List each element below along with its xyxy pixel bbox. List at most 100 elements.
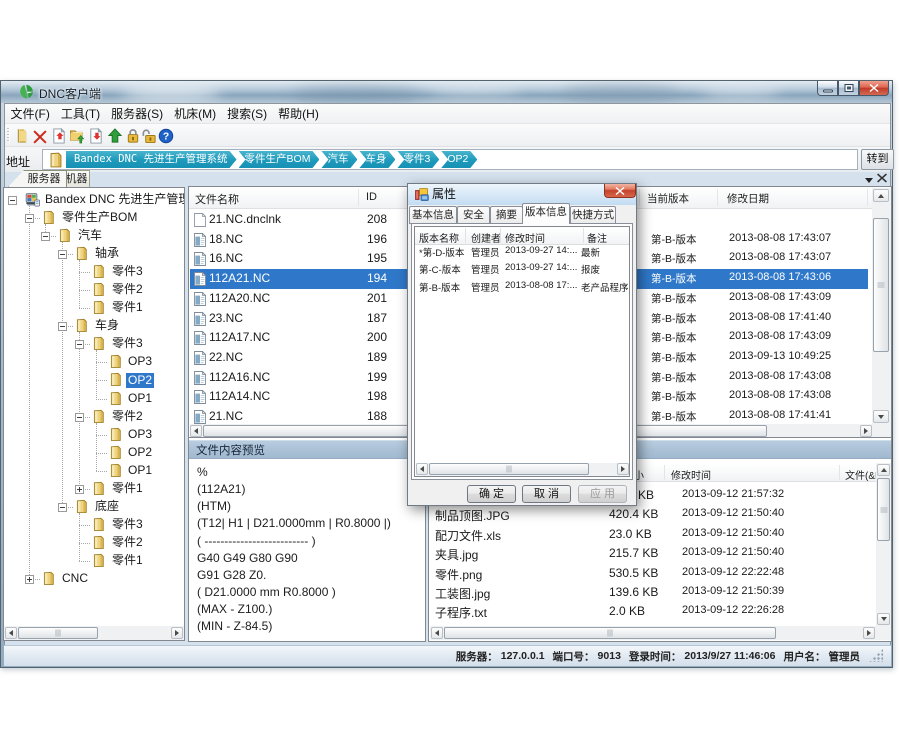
col-mod-time[interactable]: 修改时间 (505, 230, 545, 245)
col-mtime[interactable]: 修改时间 (671, 467, 711, 482)
tree-expander-minus[interactable] (75, 340, 84, 349)
tree-node[interactable]: OP3 (126, 426, 154, 443)
scroll-left-button[interactable] (431, 627, 443, 639)
tree-node[interactable]: OP2 (126, 372, 154, 389)
tree-node[interactable]: OP3 (126, 353, 154, 370)
menu-item-5[interactable]: 帮助(H) (273, 103, 325, 124)
tree-node[interactable]: 底座 (93, 498, 121, 515)
breadcrumb-segment-4[interactable]: 零件3 (397, 151, 439, 168)
col-mod-date[interactable]: 修改日期 (727, 191, 769, 206)
tree-node[interactable]: 零件3 (110, 516, 145, 533)
toolbar-delete-icon[interactable] (32, 128, 48, 144)
tree-expander-minus[interactable] (25, 214, 34, 223)
toolbar-upload-icon[interactable] (107, 128, 123, 144)
tree-node[interactable]: Bandex DNC 先进生产管理系统 (43, 191, 185, 208)
toolbar-upload-file-icon[interactable] (51, 128, 67, 144)
tree-expander-plus[interactable] (25, 575, 34, 584)
dialog-tab-2[interactable]: 摘要 (490, 206, 523, 224)
scroll-down-button[interactable] (873, 410, 889, 423)
version-row[interactable]: 第-B-版本管理员2013-08-08 17:...老产品程序 (415, 279, 629, 296)
tree-expander-minus[interactable] (8, 196, 17, 205)
menu-item-0[interactable]: 文件(F) (5, 103, 55, 124)
title-bar[interactable] (1, 81, 892, 103)
address-field[interactable]: Bandex DNC 先进生产管理系统零件生产BOM汽车车身零件3OP2 (42, 149, 858, 170)
scrollbar-thumb[interactable] (873, 218, 889, 352)
scroll-up-button[interactable] (873, 189, 889, 202)
scroll-right-button[interactable] (617, 463, 629, 475)
tree-node[interactable]: 零件1 (110, 480, 145, 497)
dialog-tab-1[interactable]: 安全 (457, 206, 490, 224)
dialog-title-bar[interactable]: 属性 (408, 184, 636, 205)
version-table-hscrollbar[interactable] (416, 463, 629, 476)
breadcrumb-segment-5[interactable]: OP2 (441, 151, 477, 168)
toolbar-help-icon[interactable]: ? (158, 128, 174, 144)
dialog-tab-4[interactable]: 快捷方式 (570, 206, 616, 224)
scroll-left-button[interactable] (190, 425, 202, 437)
scroll-left-button[interactable] (5, 627, 17, 639)
dialog-tab-3[interactable]: 版本信息 (522, 203, 570, 224)
breadcrumb-segment-0[interactable]: Bandex DNC 先进生产管理系统 (66, 151, 237, 168)
scroll-right-button[interactable] (171, 627, 183, 639)
scrollbar-thumb[interactable] (18, 627, 98, 639)
tree-node[interactable]: OP1 (126, 390, 154, 407)
tree-expander-minus[interactable] (58, 503, 67, 512)
tree-node[interactable]: 轴承 (93, 245, 121, 262)
go-button[interactable]: 转到 (861, 149, 894, 170)
breadcrumb-segment-3[interactable]: 车身 (359, 151, 395, 168)
col-version[interactable]: 当前版本 (647, 191, 689, 206)
attachments-vscrollbar[interactable] (876, 463, 891, 626)
tree-node[interactable]: 零件3 (110, 263, 145, 280)
attachment-row[interactable]: 配刀文件.xls23.0 KB2013-09-12 21:50:40 (430, 525, 876, 544)
maximize-button[interactable] (838, 81, 859, 96)
scroll-right-button[interactable] (863, 627, 875, 639)
tree-node[interactable]: 零件生产BOM (60, 209, 139, 226)
dock-chevron-down-icon[interactable] (863, 175, 875, 185)
version-table-header[interactable]: 版本名称创建者修改时间 备注 (415, 227, 629, 245)
attachment-row[interactable]: 零件.png530.5 KB2013-09-12 22:22:48 (430, 564, 876, 583)
version-row[interactable]: *第-D-版本管理员2013-09-27 14:...最新 (415, 244, 629, 261)
tree-node[interactable]: 零件1 (110, 552, 145, 569)
scrollbar-thumb[interactable] (429, 463, 589, 475)
attachments-hscrollbar[interactable] (430, 626, 876, 640)
scroll-right-button[interactable] (860, 425, 872, 437)
col-version-name[interactable]: 版本名称 (419, 230, 459, 245)
tree-node[interactable]: CNC (60, 570, 90, 587)
tree-node[interactable]: 零件2 (110, 408, 145, 425)
tree-expander-minus[interactable] (58, 250, 67, 259)
toolbar-send-to-folder-icon[interactable] (69, 128, 85, 144)
col-id[interactable]: ID (366, 191, 377, 203)
menu-item-1[interactable]: 工具(T) (55, 103, 105, 124)
close-button[interactable] (859, 81, 889, 96)
dialog-button-1[interactable]: 取 消 (522, 485, 571, 503)
dialog-button-0[interactable]: 确 定 (467, 485, 516, 503)
tree-node[interactable]: OP1 (126, 462, 154, 479)
dock-close-icon[interactable] (877, 173, 887, 183)
tree-node[interactable]: 零件3 (110, 335, 145, 352)
tree-node[interactable]: 零件2 (110, 534, 145, 551)
col-note[interactable]: 备注 (587, 230, 607, 245)
menu-item-2[interactable]: 服务器(S) (106, 103, 169, 124)
breadcrumb-segment-1[interactable]: 零件生产BOM (239, 151, 320, 168)
tree-node[interactable]: OP2 (126, 444, 154, 461)
scrollbar-thumb[interactable] (444, 627, 776, 639)
col-creator[interactable]: 创建者 (471, 230, 501, 245)
dialog-button-2[interactable]: 应 用 (578, 485, 627, 503)
dialog-close-button[interactable] (604, 184, 636, 198)
col-file-name[interactable]: 文件名称 (195, 191, 239, 207)
menu-item-4[interactable]: 搜索(S) (222, 103, 273, 124)
menu-item-3[interactable]: 机床(M) (169, 103, 222, 124)
tree-node[interactable]: 车身 (93, 317, 121, 334)
dialog-tab-0[interactable]: 基本信息 (409, 206, 457, 224)
tree-hscrollbar[interactable] (4, 626, 184, 640)
attachment-row[interactable]: 子程序.txt2.0 KB2013-09-12 22:26:28 (430, 602, 876, 621)
toolbar-download-file-icon[interactable] (88, 128, 104, 144)
tree-node[interactable]: 零件1 (110, 299, 145, 316)
tree-expander-minus[interactable] (58, 322, 67, 331)
toolbar-lock-icon[interactable] (125, 128, 141, 144)
toolbar-unlock-icon[interactable] (141, 128, 157, 144)
toolbar-new-folder-icon[interactable] (14, 128, 30, 144)
file-list-vscrollbar[interactable] (872, 188, 891, 424)
scroll-down-button[interactable] (877, 613, 890, 625)
tree-node[interactable]: 零件2 (110, 281, 145, 298)
scroll-up-button[interactable] (877, 464, 890, 476)
